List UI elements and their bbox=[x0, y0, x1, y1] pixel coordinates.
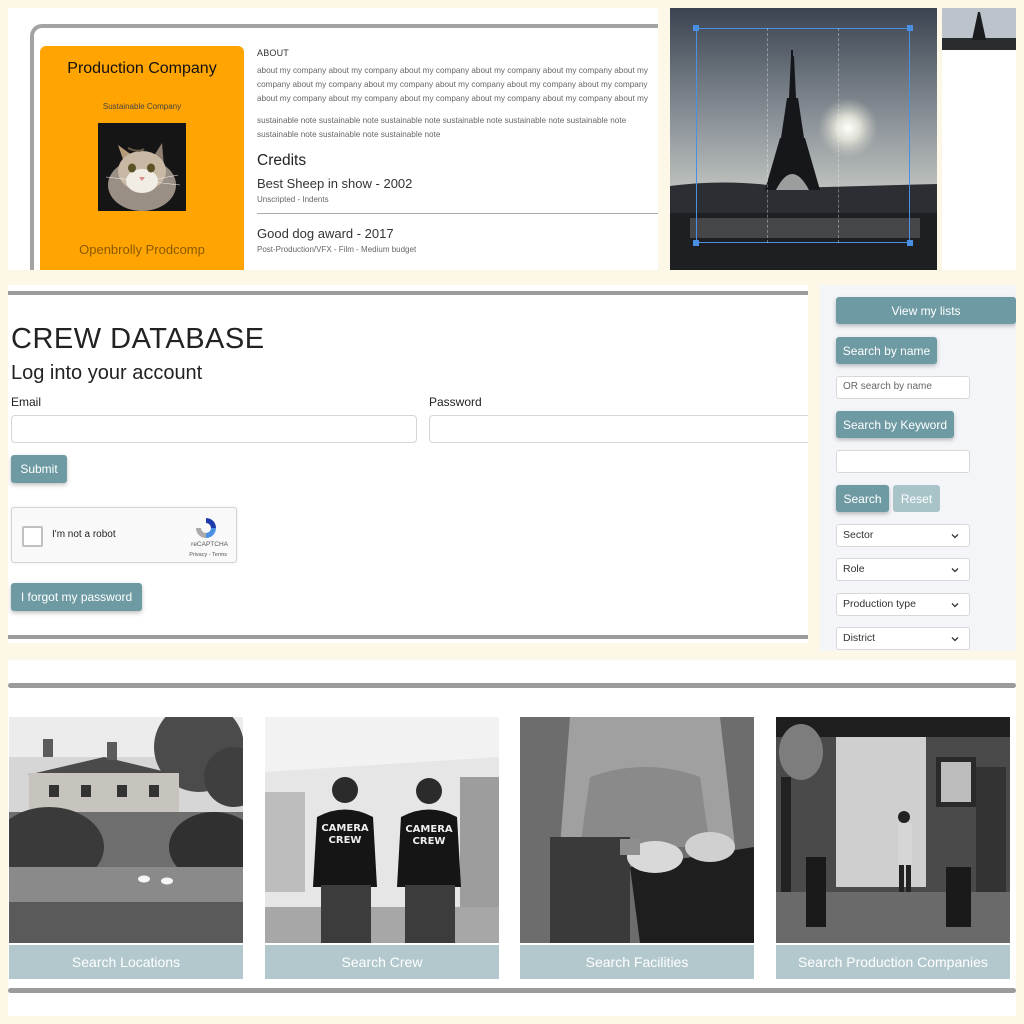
crop-handle-bottom-right[interactable] bbox=[907, 240, 913, 246]
search-sidebar: View my lists Search by name OR search b… bbox=[820, 285, 1016, 651]
crop-handle-bottom-left[interactable] bbox=[693, 240, 699, 246]
sector-select-label: Sector bbox=[843, 529, 874, 541]
chevron-down-icon bbox=[951, 568, 959, 573]
top-rule bbox=[8, 291, 808, 295]
company-logo-cat-photo bbox=[98, 123, 186, 211]
search-tiles-panel: Search Locations CAMERA CREW CAMERA CREW… bbox=[8, 660, 1016, 1016]
about-text: about my company about my company about … bbox=[257, 66, 648, 103]
production-type-select[interactable]: Production type bbox=[836, 593, 970, 616]
svg-text:CAMERA: CAMERA bbox=[405, 824, 453, 835]
company-footer-name: Openbrolly Prodcomp bbox=[79, 242, 205, 257]
search-by-name-button[interactable]: Search by name bbox=[836, 337, 937, 364]
search-locations-button[interactable]: Search Locations bbox=[9, 945, 243, 979]
credit-meta: Post-Production/VFX - Film - Medium budg… bbox=[257, 245, 417, 254]
role-select-label: Role bbox=[843, 563, 865, 575]
captcha-label: I'm not a robot bbox=[52, 529, 116, 540]
credit-meta: Unscripted - Indents bbox=[257, 195, 329, 204]
chevron-down-icon bbox=[951, 603, 959, 608]
page-title: CREW DATABASE bbox=[11, 323, 265, 355]
bottom-rule bbox=[8, 635, 808, 639]
search-facilities-button[interactable]: Search Facilities bbox=[520, 945, 754, 979]
crop-selection-box[interactable] bbox=[696, 28, 910, 243]
chevron-down-icon bbox=[951, 534, 959, 539]
search-production-companies-button[interactable]: Search Production Companies bbox=[776, 945, 1010, 979]
email-field[interactable] bbox=[11, 415, 417, 443]
svg-text:CAMERA: CAMERA bbox=[321, 823, 369, 834]
search-crew-button[interactable]: Search Crew bbox=[265, 945, 499, 979]
locations-tile-image[interactable] bbox=[9, 717, 243, 943]
credits-heading: Credits bbox=[257, 152, 307, 169]
about-heading: ABOUT bbox=[257, 48, 290, 58]
name-search-input[interactable]: OR search by name bbox=[836, 376, 970, 399]
email-label: Email bbox=[11, 395, 42, 409]
facilities-tile-image[interactable] bbox=[520, 717, 754, 943]
reset-button[interactable]: Reset bbox=[893, 485, 940, 512]
thumbnail-area bbox=[942, 50, 1016, 270]
company-name: Production Company bbox=[67, 60, 217, 77]
bottom-rule bbox=[8, 988, 1016, 993]
crew-tile-image[interactable]: CAMERA CREW CAMERA CREW bbox=[265, 717, 499, 943]
search-by-keyword-button[interactable]: Search by Keyword bbox=[836, 411, 954, 438]
crop-handle-top-right[interactable] bbox=[907, 25, 913, 31]
credit-item: Best Sheep in show - 2002 Unscripted - I… bbox=[257, 176, 658, 204]
keyword-search-input[interactable] bbox=[836, 450, 970, 473]
company-profile-panel: Production Company Sustainable Company O… bbox=[8, 8, 658, 270]
crop-handle-top-left[interactable] bbox=[693, 25, 699, 31]
recaptcha-widget: I'm not a robot reCAPTCHA Privacy - Term… bbox=[11, 507, 237, 563]
top-rule bbox=[8, 683, 1016, 688]
login-panel: CREW DATABASE Log into your account Emai… bbox=[8, 285, 808, 643]
search-button[interactable]: Search bbox=[836, 485, 889, 512]
crop-preview-thumbnail bbox=[942, 8, 1016, 50]
credit-item: Good dog award - 2017 Post-Production/VF… bbox=[257, 226, 658, 254]
crop-grid-line bbox=[838, 28, 839, 243]
credit-title: Good dog award - 2017 bbox=[257, 226, 394, 241]
recaptcha-logo-icon bbox=[196, 518, 216, 538]
production-type-select-label: Production type bbox=[843, 598, 916, 610]
captcha-brand: reCAPTCHA bbox=[191, 541, 228, 548]
view-lists-button[interactable]: View my lists bbox=[836, 297, 1016, 324]
company-card: Production Company Sustainable Company O… bbox=[40, 46, 244, 270]
captcha-links[interactable]: Privacy - Terms bbox=[189, 552, 227, 558]
captcha-checkbox[interactable] bbox=[22, 526, 43, 547]
svg-text:CREW: CREW bbox=[413, 836, 446, 847]
company-tagline: Sustainable Company bbox=[102, 102, 182, 111]
role-select[interactable]: Role bbox=[836, 558, 970, 581]
login-subtitle: Log into your account bbox=[11, 362, 203, 384]
password-label: Password bbox=[429, 395, 482, 409]
credit-title: Best Sheep in show - 2002 bbox=[257, 176, 413, 191]
forgot-password-button[interactable]: I forgot my password bbox=[11, 583, 142, 611]
production-companies-tile-image[interactable] bbox=[776, 717, 1010, 943]
district-select[interactable]: District bbox=[836, 627, 970, 650]
crop-grid-line bbox=[767, 28, 768, 243]
image-crop-panel bbox=[670, 8, 937, 270]
sustainable-text: sustainable note sustainable note sustai… bbox=[257, 116, 627, 139]
submit-button[interactable]: Submit bbox=[11, 455, 67, 483]
credit-divider bbox=[257, 213, 658, 214]
password-field[interactable] bbox=[429, 415, 808, 443]
chevron-down-icon bbox=[951, 637, 959, 642]
about-section: ABOUT about my company about my company … bbox=[257, 48, 658, 254]
svg-text:CREW: CREW bbox=[329, 835, 362, 846]
sector-select[interactable]: Sector bbox=[836, 524, 970, 547]
district-select-label: District bbox=[843, 632, 876, 644]
